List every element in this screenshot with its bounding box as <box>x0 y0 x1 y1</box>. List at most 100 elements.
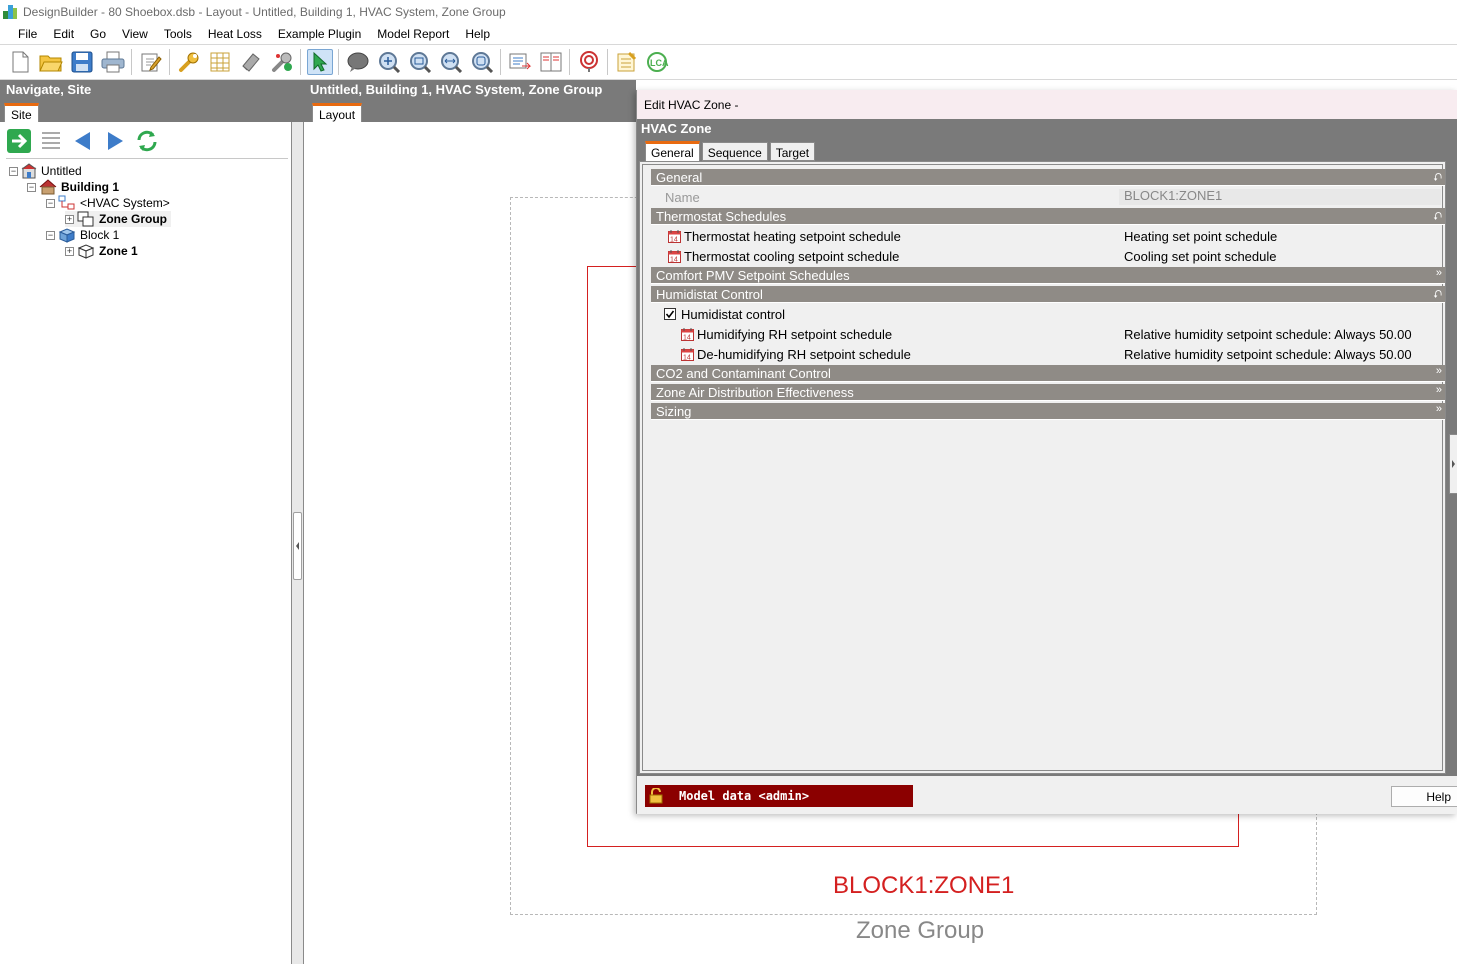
tree-label: Block 1 <box>80 228 120 242</box>
chevron-down-icon[interactable]: ⮏ <box>1433 286 1442 305</box>
collapse-icon[interactable]: − <box>46 230 55 240</box>
cooling-label: Thermostat cooling setpoint schedule <box>684 248 900 264</box>
tree-label: Untitled <box>41 164 82 178</box>
schedule-icon: 14 <box>681 347 694 361</box>
menu-go[interactable]: Go <box>82 27 114 41</box>
dehumidifying-value[interactable]: Relative humidity setpoint schedule: Alw… <box>1124 347 1412 362</box>
section-label: Humidistat Control <box>656 286 763 302</box>
tab-general[interactable]: General <box>645 141 700 161</box>
chevron-right-icon[interactable]: » <box>1436 365 1442 377</box>
heating-schedule-row[interactable]: 14 Thermostat heating setpoint schedule … <box>651 226 1445 246</box>
back-arrow-icon[interactable] <box>70 128 96 154</box>
tree-label: Zone Group <box>99 212 167 226</box>
schedule-icon: 14 <box>668 229 681 243</box>
zone-label: BLOCK1:ZONE1 <box>833 872 1015 899</box>
target-icon[interactable] <box>576 49 602 75</box>
dehumidifying-row[interactable]: 14 De-humidifying RH setpoint schedule R… <box>651 344 1445 364</box>
eraser-icon[interactable] <box>238 49 264 75</box>
tree-item-hvac-system[interactable]: − <HVAC System> <box>46 195 170 211</box>
menu-bar: File Edit Go View Tools Heat Loss Exampl… <box>0 24 1457 44</box>
lca-icon[interactable]: LCA <box>645 49 671 75</box>
lock-icon <box>649 787 663 804</box>
tab-sequence[interactable]: Sequence <box>701 142 768 161</box>
humidistat-label: Humidistat control <box>681 306 786 322</box>
help-button[interactable]: Help <box>1391 786 1457 807</box>
menu-edit[interactable]: Edit <box>45 27 82 41</box>
hvac-system-icon <box>58 195 76 211</box>
chevron-right-icon[interactable]: » <box>1436 403 1442 415</box>
tree-item-zone-group[interactable]: + Zone Group <box>65 211 171 227</box>
edit-icon[interactable] <box>138 49 164 75</box>
section-general[interactable]: General ⮏ <box>651 169 1445 186</box>
section-thermostat[interactable]: Thermostat Schedules ⮏ <box>651 208 1445 225</box>
new-file-icon[interactable] <box>7 49 33 75</box>
tree-label: Building 1 <box>61 180 119 194</box>
forward-arrow-icon[interactable] <box>102 128 128 154</box>
chevron-right-icon[interactable]: » <box>1436 384 1442 396</box>
cooling-schedule-row[interactable]: 14 Thermostat cooling setpoint schedule … <box>651 246 1445 266</box>
humidifying-value[interactable]: Relative humidity setpoint schedule: Alw… <box>1124 327 1412 342</box>
chevron-right-icon[interactable]: » <box>1436 267 1442 279</box>
open-folder-icon[interactable] <box>38 49 64 75</box>
comment-icon[interactable] <box>345 49 371 75</box>
magic-wrench-icon[interactable] <box>269 49 295 75</box>
tree-item-zone[interactable]: + Zone 1 <box>65 243 138 259</box>
menu-view[interactable]: View <box>114 27 156 41</box>
wrench-icon[interactable] <box>176 49 202 75</box>
export-report-icon[interactable] <box>507 49 533 75</box>
panel-header-band: Navigate, Site Untitled, Building 1, HVA… <box>0 80 636 122</box>
zoom-pan-icon[interactable] <box>438 49 464 75</box>
collapse-icon[interactable]: − <box>46 198 55 208</box>
expand-icon[interactable]: + <box>65 246 74 256</box>
zoom-in-icon[interactable] <box>376 49 402 75</box>
zoom-extents-icon[interactable] <box>469 49 495 75</box>
tree-item-block[interactable]: − Block 1 <box>46 227 119 243</box>
section-co2[interactable]: CO2 and Contaminant Control » <box>651 365 1445 382</box>
select-arrow-icon[interactable] <box>306 49 333 75</box>
section-air-distribution[interactable]: Zone Air Distribution Effectiveness » <box>651 384 1445 401</box>
refresh-icon[interactable] <box>134 128 160 154</box>
chevron-down-icon[interactable]: ⮏ <box>1433 208 1442 227</box>
collapse-icon[interactable]: − <box>27 182 36 192</box>
section-label: Thermostat Schedules <box>656 208 787 224</box>
heating-label: Thermostat heating setpoint schedule <box>684 228 901 244</box>
menu-tools[interactable]: Tools <box>156 27 200 41</box>
section-humidistat[interactable]: Humidistat Control ⮏ <box>651 286 1445 303</box>
side-collapse-tab[interactable] <box>1449 434 1457 494</box>
tab-site[interactable]: Site <box>4 103 39 122</box>
section-label: CO2 and Contaminant Control <box>656 365 831 381</box>
menu-example-plugin[interactable]: Example Plugin <box>270 27 369 41</box>
menu-model-report[interactable]: Model Report <box>369 27 457 41</box>
toolbar: LCA <box>0 44 1457 80</box>
menu-help[interactable]: Help <box>457 27 498 41</box>
svg-text:14: 14 <box>670 256 678 263</box>
print-icon[interactable] <box>100 49 126 75</box>
save-icon[interactable] <box>69 49 95 75</box>
name-row: Name BLOCK1:ZONE1 <box>651 187 1445 207</box>
chevron-down-icon[interactable]: ⮏ <box>1433 169 1442 188</box>
table-icon[interactable] <box>207 49 233 75</box>
menu-file[interactable]: File <box>10 27 45 41</box>
tree-label: <HVAC System> <box>80 196 170 210</box>
expand-icon[interactable]: + <box>65 214 74 224</box>
compare-icon[interactable] <box>538 49 564 75</box>
zoom-out-icon[interactable] <box>407 49 433 75</box>
menu-heat-loss[interactable]: Heat Loss <box>200 27 270 41</box>
tree-item-untitled[interactable]: − Untitled <box>9 163 82 179</box>
section-sizing[interactable]: Sizing » <box>651 403 1445 420</box>
section-comfort-pmv[interactable]: Comfort PMV Setpoint Schedules » <box>651 267 1445 284</box>
heating-value[interactable]: Heating set point schedule <box>1124 229 1277 244</box>
go-arrow-icon[interactable] <box>6 128 32 154</box>
cooling-value[interactable]: Cooling set point schedule <box>1124 249 1277 264</box>
navigate-panel: − Untitled − Building 1 − <HVAC System> … <box>0 122 292 964</box>
tab-target[interactable]: Target <box>769 142 816 161</box>
collapse-icon[interactable]: − <box>9 166 18 176</box>
panel-splitter[interactable] <box>292 122 304 964</box>
checklist-icon[interactable] <box>614 49 640 75</box>
tree-item-building[interactable]: − Building 1 <box>27 179 119 195</box>
tab-layout[interactable]: Layout <box>312 103 363 122</box>
humidifying-row[interactable]: 14 Humidifying RH setpoint schedule Rela… <box>651 324 1445 344</box>
splitter-grip[interactable] <box>293 512 302 580</box>
humidistat-control-row[interactable]: Humidistat control <box>651 304 1445 324</box>
humidistat-checkbox[interactable] <box>664 308 676 320</box>
